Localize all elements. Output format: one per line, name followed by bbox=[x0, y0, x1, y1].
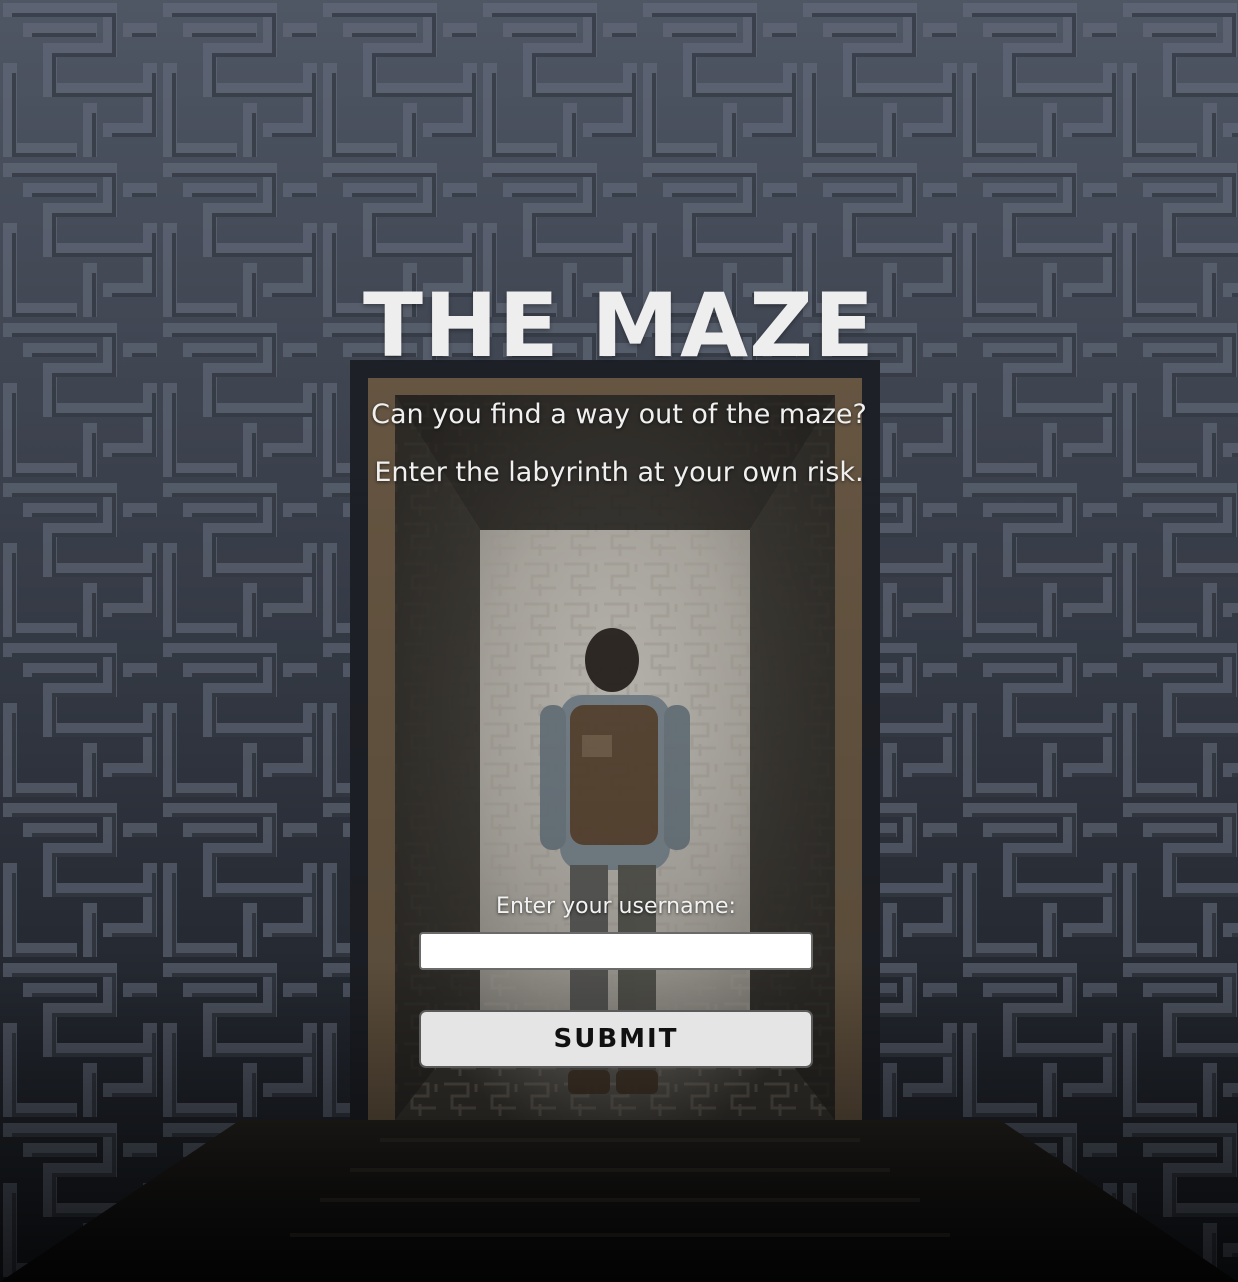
username-form: Enter your username: SUBMIT bbox=[419, 892, 813, 1068]
username-label: Enter your username: bbox=[496, 894, 736, 919]
tagline-warning: Enter the labyrinth at your own risk. bbox=[374, 457, 864, 488]
submit-button[interactable]: SUBMIT bbox=[419, 1010, 813, 1068]
maze-background-image bbox=[0, 0, 1238, 1282]
page-title: THE MAZE bbox=[362, 274, 876, 377]
tagline-question: Can you find a way out of the maze? bbox=[371, 399, 867, 430]
username-input[interactable] bbox=[419, 932, 813, 970]
